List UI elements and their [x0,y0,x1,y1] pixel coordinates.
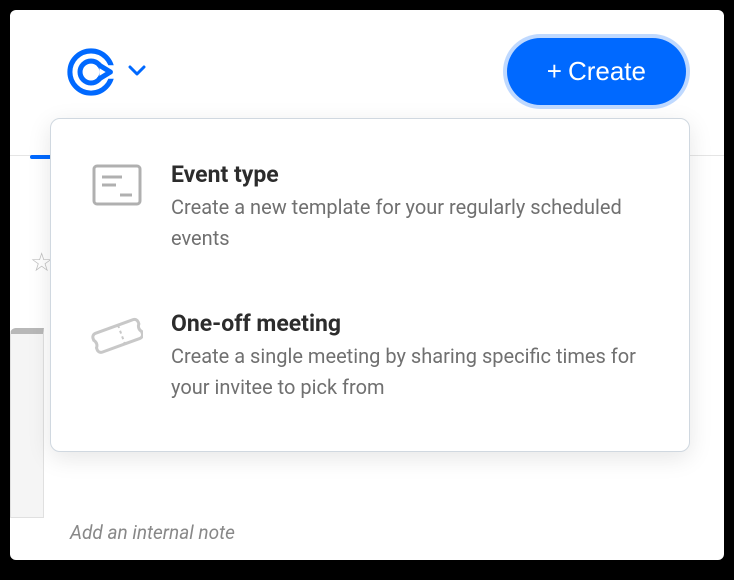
chevron-down-icon [128,62,146,81]
logo-dropdown[interactable] [64,45,146,99]
create-button[interactable]: + Create [507,38,686,105]
menu-item-event-type[interactable]: Event type Create a new template for you… [81,149,659,266]
menu-item-description: Create a new template for your regularly… [171,192,651,254]
menu-item-title: Event type [171,161,651,188]
menu-item-text: Event type Create a new template for you… [171,161,651,254]
internal-note-input[interactable]: Add an internal note [70,521,235,544]
menu-item-text: One-off meeting Create a single meeting … [171,310,651,403]
menu-item-one-off-meeting[interactable]: One-off meeting Create a single meeting … [81,298,659,415]
event-type-icon [89,161,145,209]
topbar: + Create [10,10,724,115]
plus-icon: + [547,56,562,87]
event-card-edge [10,328,44,518]
calendly-logo-icon [64,45,118,99]
ticket-icon [89,310,145,358]
create-button-label: Create [568,56,646,87]
menu-item-title: One-off meeting [171,310,651,337]
menu-item-description: Create a single meeting by sharing speci… [171,341,651,403]
app-frame: + Create ☆ Event type Create a new templ… [10,10,724,560]
create-dropdown-panel: Event type Create a new template for you… [50,118,690,452]
